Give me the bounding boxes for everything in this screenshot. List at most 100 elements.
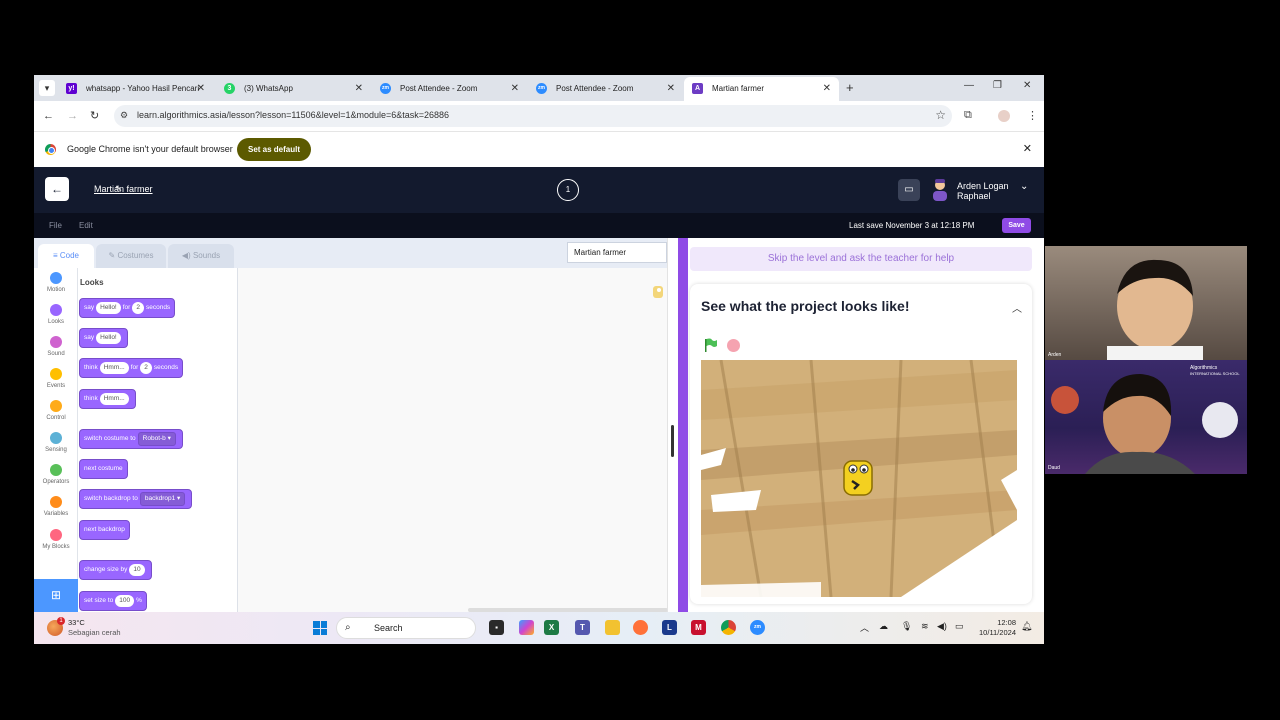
user-name[interactable]: Arden Logan Raphael <box>957 181 1009 201</box>
category-variables[interactable]: Variables <box>34 496 78 517</box>
clock[interactable]: 12:08 10/11/2024 <box>974 618 1016 638</box>
copilot-icon[interactable] <box>519 620 534 635</box>
user-name-line1: Arden Logan <box>957 181 1009 191</box>
browser-tab[interactable]: 3 (3) WhatsApp ✕ <box>216 77 371 101</box>
tab-costumes[interactable]: ✎ Costumes <box>96 244 166 268</box>
weather-condition: Sebagian cerah <box>68 628 121 637</box>
menu-file[interactable]: File <box>49 221 62 230</box>
address-bar[interactable]: ⚙ learn.algorithmics.asia/lesson?lesson=… <box>114 105 952 127</box>
category-events[interactable]: Events <box>34 368 78 389</box>
windows-start-icon[interactable] <box>313 621 327 635</box>
block-say-for-seconds[interactable]: say Hello! for 2 seconds <box>79 298 176 318</box>
zoom-taskbar-icon[interactable]: zm <box>750 620 765 635</box>
notification-bell-icon[interactable]: 🔔︎ <box>1021 621 1032 632</box>
chat-icon[interactable]: ▭ <box>898 179 920 201</box>
skip-level-button[interactable]: Skip the level and ask the teacher for h… <box>690 247 1032 271</box>
block-change-size[interactable]: change size by 10 <box>79 560 152 580</box>
restore-icon[interactable]: ❐ <box>993 80 1002 91</box>
stop-icon[interactable] <box>727 339 740 352</box>
battery-icon[interactable]: ▭ <box>955 621 964 632</box>
excel-icon[interactable]: X <box>544 620 559 635</box>
category-control[interactable]: Control <box>34 400 78 421</box>
wifi-icon[interactable]: ≋ <box>921 621 929 632</box>
minimize-icon[interactable]: — <box>964 80 974 91</box>
add-extension-button[interactable]: ⊞ <box>34 579 78 612</box>
participant-name-top: Arden <box>1048 352 1062 358</box>
new-tab-icon[interactable]: + <box>846 81 854 95</box>
firefox-icon[interactable] <box>633 620 648 635</box>
bookmark-star-icon[interactable]: ☆ <box>935 108 946 122</box>
editor-menu-bar: File Edit Last save November 3 at 12:18 … <box>34 213 1044 238</box>
block-set-size[interactable]: set size to 100% <box>79 591 147 611</box>
extensions-icon[interactable]: ⧉ <box>964 109 972 122</box>
url-text[interactable]: learn.algorithmics.asia/lesson?lesson=11… <box>137 110 449 120</box>
sprite-name-field[interactable]: Martian farmer <box>567 242 667 263</box>
chrome-taskbar-icon[interactable] <box>721 620 736 635</box>
back-button[interactable]: ← <box>45 177 69 201</box>
tab-sounds-label: Sounds <box>192 251 221 260</box>
category-motion[interactable]: Motion <box>34 272 78 293</box>
close-icon[interactable]: ✕ <box>823 77 831 101</box>
browser-tab-active[interactable]: A Martian farmer ✕ <box>684 77 839 101</box>
onedrive-icon[interactable]: ☁ <box>879 621 888 632</box>
save-button[interactable]: Save <box>1002 218 1031 233</box>
browser-tab[interactable]: zm Post Attendee - Zoom ✕ <box>372 77 527 101</box>
menu-dots-icon[interactable]: ⋮ <box>1027 109 1038 122</box>
level-indicator[interactable]: 1 <box>557 179 579 201</box>
chevron-down-icon[interactable]: ⌄ <box>1020 181 1028 192</box>
browser-tab[interactable]: y! whatsapp - Yahoo Hasil Pencari ✕ <box>58 77 213 101</box>
chevron-up-icon[interactable]: ︿ <box>1012 300 1022 315</box>
category-sound[interactable]: Sound <box>34 336 78 357</box>
task-view-icon[interactable]: ▪ <box>489 620 504 635</box>
notification-badge: 1 <box>57 617 65 625</box>
volume-icon[interactable]: ◀) <box>937 621 947 632</box>
close-icon[interactable]: ✕ <box>511 77 519 101</box>
set-default-button[interactable]: Set as default <box>237 138 311 161</box>
category-sensing[interactable]: Sensing <box>34 432 78 453</box>
block-switch-costume[interactable]: switch costume to Robot-b ▾ <box>79 429 183 449</box>
menu-edit[interactable]: Edit <box>79 221 93 230</box>
close-icon[interactable]: ✕ <box>197 77 205 101</box>
tab-title: Martian farmer <box>712 84 765 93</box>
lms-app-icon[interactable]: L <box>662 620 677 635</box>
green-flag-icon[interactable] <box>704 338 718 352</box>
teams-icon[interactable]: T <box>575 620 590 635</box>
block-think[interactable]: think Hmm... <box>79 389 136 409</box>
weather-widget[interactable]: 33°C Sebagian cerah <box>68 618 121 638</box>
close-icon[interactable]: ✕ <box>1023 142 1032 155</box>
site-info-icon[interactable]: ⚙ <box>120 110 128 121</box>
back-arrow-icon[interactable]: ← <box>43 109 54 123</box>
category-my-blocks[interactable]: My Blocks <box>34 529 78 550</box>
taskbar-search[interactable]: ⌕ Search <box>336 617 476 639</box>
file-explorer-icon[interactable] <box>605 620 620 635</box>
whatsapp-icon: 3 <box>224 83 235 94</box>
forward-arrow-icon[interactable]: → <box>67 109 78 123</box>
tab-search-icon[interactable]: ▾ <box>39 80 55 96</box>
reload-icon[interactable]: ↻ <box>90 109 99 123</box>
resize-handle[interactable] <box>671 425 674 457</box>
block-switch-backdrop[interactable]: switch backdrop to backdrop1 ▾ <box>79 489 193 509</box>
close-icon[interactable]: ✕ <box>355 77 363 101</box>
close-icon[interactable]: ✕ <box>667 77 675 101</box>
tab-code[interactable]: ≡ Code <box>38 244 94 268</box>
block-next-backdrop[interactable]: next backdrop <box>79 520 130 540</box>
microphone-icon[interactable]: 🎙︎ <box>901 621 912 632</box>
stage-canvas[interactable] <box>701 360 1017 597</box>
category-operators[interactable]: Operators <box>34 464 78 485</box>
mcafee-icon[interactable]: M <box>691 620 706 635</box>
lesson-title[interactable]: Martian farmer <box>94 184 153 194</box>
avatar[interactable] <box>931 179 949 201</box>
robot-sprite[interactable] <box>841 455 875 499</box>
code-workspace[interactable] <box>238 268 668 612</box>
browser-tab[interactable]: zm Post Attendee - Zoom ✕ <box>528 77 683 101</box>
window-close-icon[interactable]: ✕ <box>1023 80 1031 91</box>
tray-overflow-icon[interactable]: ︿ <box>860 621 869 634</box>
tab-sounds[interactable]: ◀) Sounds <box>168 244 234 268</box>
panel-accent-bar <box>678 238 688 612</box>
block-say[interactable]: say Hello! <box>79 328 128 348</box>
profile-icon[interactable] <box>998 110 1010 122</box>
screen: ▾ y! whatsapp - Yahoo Hasil Pencari ✕ 3 … <box>34 75 1044 644</box>
category-looks[interactable]: Looks <box>34 304 78 325</box>
block-think-for-seconds[interactable]: think Hmm... for 2 seconds <box>79 358 184 378</box>
block-next-costume[interactable]: next costume <box>79 459 128 479</box>
